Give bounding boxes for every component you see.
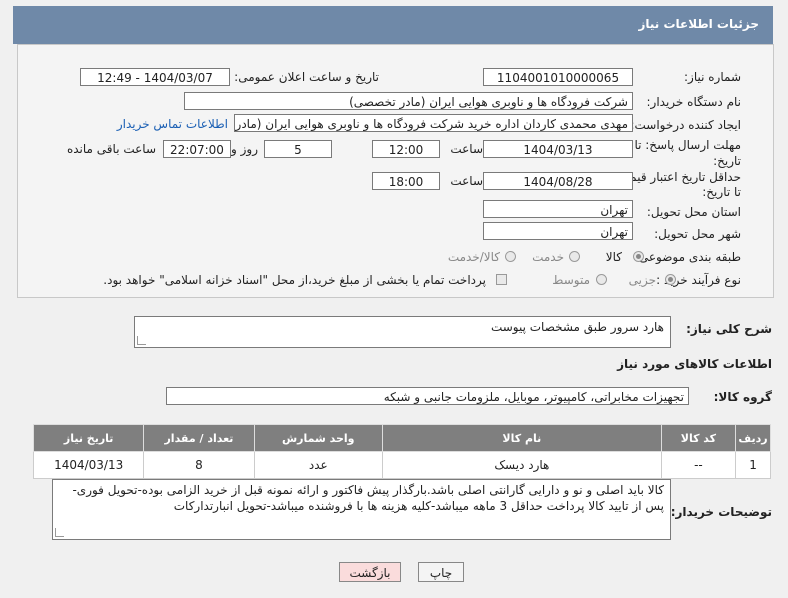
need-number-field: 1104001010000065: [483, 68, 633, 86]
buyer-notes-label: توضیحات خریدار:: [670, 505, 772, 519]
table-row: 1 -- هارد دیسک عدد 8 1404/03/13: [32, 451, 771, 479]
announce-field: 1404/03/07 - 12:49: [80, 68, 230, 86]
cell-quantity: 8: [143, 451, 255, 479]
resize-grip-icon: [137, 336, 146, 345]
back-button[interactable]: بازگشت: [339, 562, 401, 582]
print-button[interactable]: چاپ: [418, 562, 464, 582]
city-label: شهر محل تحویل:: [654, 227, 741, 241]
category-radio-service[interactable]: [569, 251, 580, 262]
days-label: روز و: [231, 142, 258, 156]
validity-time-field: 18:00: [372, 172, 440, 190]
col-need-date: تاریخ نیاز: [32, 424, 145, 452]
cell-row: 1: [735, 451, 771, 479]
goods-section-title: اطلاعات کالاهای مورد نیاز: [617, 357, 772, 371]
remaining-time-label: ساعت باقی مانده: [66, 142, 156, 156]
page-title: جزئیات اطلاعات نیاز: [638, 17, 759, 31]
province-label: استان محل تحویل:: [646, 205, 741, 219]
buyer-notes-textarea[interactable]: کالا باید اصلی و نو و دارایی گارانتی اصل…: [52, 479, 671, 540]
cell-need-date: 1404/03/13: [32, 451, 145, 479]
deadline-time-label: ساعت: [450, 142, 483, 156]
deadline-date-field: 1404/03/13: [483, 140, 633, 158]
cell-unit: عدد: [253, 451, 383, 479]
remaining-time-field: 22:07:00: [163, 140, 231, 158]
announce-label: تاریخ و ساعت اعلان عمومی:: [234, 70, 379, 84]
col-quantity: تعداد / مقدار: [143, 424, 255, 452]
col-row: ردیف: [735, 424, 771, 452]
deadline-time-field: 12:00: [372, 140, 440, 158]
summary-label: شرح کلی نیاز:: [686, 322, 772, 336]
requester-field: مهدی محمدی کاردان اداره خرید شرکت فرودگا…: [234, 114, 633, 132]
days-field: 5: [264, 140, 332, 158]
deadline-label-line2: تاریخ:: [713, 154, 741, 168]
buyer-org-field: شرکت فرودگاه ها و ناوبری هوایی ایران (ما…: [184, 92, 633, 110]
validity-date-field: 1404/08/28: [483, 172, 633, 190]
goods-table: ردیف کد کالا نام کالا واحد شمارش تعداد /…: [32, 424, 771, 479]
category-option-goods: کالا: [605, 250, 622, 264]
cell-name: هارد دیسک: [381, 451, 662, 479]
process-option-medium: متوسط: [552, 273, 590, 287]
treasury-payment-note: پرداخت تمام یا بخشی از مبلغ خرید،از محل …: [103, 273, 486, 287]
goods-group-label: گروه کالا:: [713, 390, 772, 404]
summary-text: هارد سرور طبق مشخصات پیوست: [490, 320, 664, 334]
col-code: کد کالا: [660, 424, 737, 452]
validity-time-label: ساعت: [450, 174, 483, 188]
category-option-service: خدمت: [532, 250, 564, 264]
goods-group-field: تجهیزات مخابراتی، کامپیوتر، موبایل، ملزو…: [166, 387, 689, 405]
province-field: تهران: [483, 200, 633, 218]
deadline-label-line1: مهلت ارسال پاسخ: تا: [634, 138, 741, 152]
table-header-row: ردیف کد کالا نام کالا واحد شمارش تعداد /…: [32, 424, 771, 452]
validity-label-line1: حداقل تاریخ اعتبار قیمت:: [614, 170, 741, 184]
category-radio-goods[interactable]: [633, 251, 644, 262]
process-radio-medium[interactable]: [596, 274, 607, 285]
process-option-minor: جزیی: [628, 273, 656, 287]
category-label: طبقه بندی موضوعی:: [634, 250, 741, 264]
need-number-label: شماره نیاز:: [684, 70, 741, 84]
process-radio-minor[interactable]: [665, 274, 676, 285]
city-field: تهران: [483, 222, 633, 240]
resize-grip-icon: [55, 528, 64, 537]
requester-label: ایجاد کننده درخواست:: [630, 118, 741, 132]
cell-code: --: [660, 451, 737, 479]
buyer-org-label: نام دستگاه خریدار:: [646, 95, 742, 109]
col-unit: واحد شمارش: [253, 424, 383, 452]
col-name: نام کالا: [381, 424, 662, 452]
validity-label-line2: تا تاریخ:: [702, 185, 741, 199]
contact-buyer-link[interactable]: اطلاعات تماس خریدار: [117, 117, 228, 131]
category-radio-goods-service[interactable]: [505, 251, 516, 262]
buyer-notes-text: کالا باید اصلی و نو و دارایی گارانتی اصل…: [72, 483, 664, 513]
treasury-payment-checkbox[interactable]: [496, 274, 507, 285]
category-option-goods-service: کالا/خدمت: [447, 250, 500, 264]
title-bar: جزئیات اطلاعات نیاز: [13, 6, 773, 44]
summary-textarea[interactable]: هارد سرور طبق مشخصات پیوست: [134, 316, 671, 348]
